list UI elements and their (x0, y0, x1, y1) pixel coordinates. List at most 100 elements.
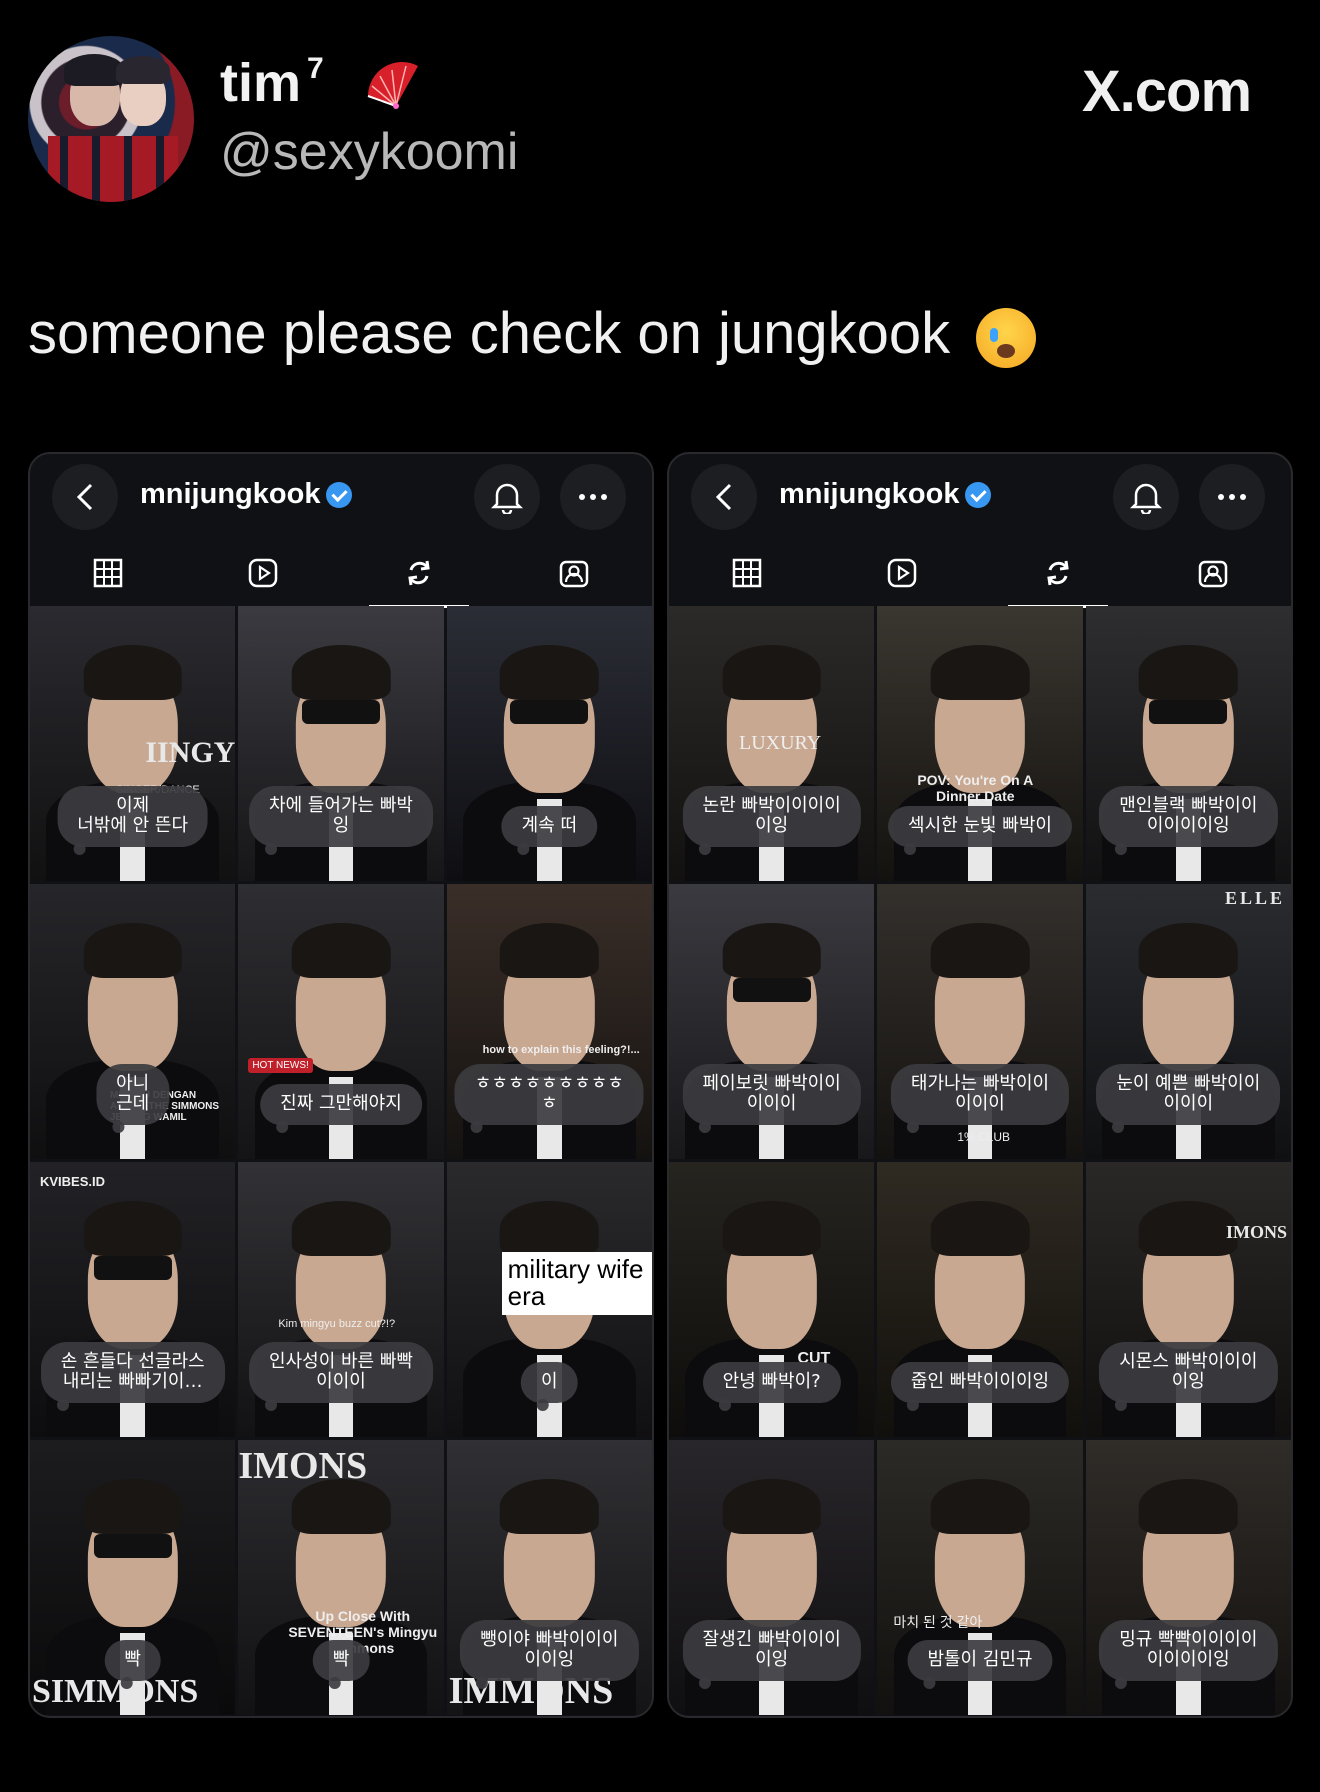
back-icon (76, 483, 93, 511)
grid-tile[interactable]: 차에 들어가는 빠박 잉 (238, 606, 444, 881)
tile-overlay-text: ELLE (1224, 888, 1285, 908)
tile-overlay-text: IMONS (238, 1445, 368, 1487)
tile-caption: KVIBES.ID (40, 1174, 106, 1189)
tab-grid[interactable] (669, 544, 825, 606)
grid-tile[interactable]: 맨인블랙 빠박이이 이이이이잉 (1085, 606, 1291, 881)
grid-tile[interactable]: ELLE 눈이 예쁜 빠박이이 이이이 (1085, 884, 1291, 1159)
tile-caption: LUXURY (739, 732, 822, 754)
grid-icon (92, 557, 124, 593)
grid-tile[interactable]: IINGYSINGER/DANCE이제 너밖에 안 뜬다 (30, 606, 236, 881)
tile-caption: Kim mingyu buzz cut?!? (278, 1318, 396, 1330)
reposts-icon (403, 557, 435, 593)
grid-tile[interactable]: SIMMONS 빡 (30, 1440, 236, 1715)
display-name[interactable]: tim 7 (220, 52, 324, 114)
grid-tile[interactable]: IMONSUp Close With SEVENTEEN's Mingyu Si… (238, 1440, 444, 1715)
sticker-bubble: 안녕 빠박이? (702, 1362, 841, 1411)
sticker-bubble: 섹시한 눈빛 빠박이 (888, 806, 1072, 855)
grid-tile[interactable]: 페이보릿 빠박이이 이이이 (669, 884, 875, 1159)
grid-tile[interactable]: IMONS 시몬스 빠박이이이 이잉 (1085, 1162, 1291, 1437)
tagged-icon (558, 557, 590, 593)
sticker-bubble: 페이보릿 빠박이이 이이이 (682, 1063, 861, 1134)
more-icon (579, 494, 607, 500)
bell-icon (1130, 483, 1162, 514)
tab-reposts[interactable] (341, 544, 497, 608)
notifications-button[interactable] (474, 464, 540, 530)
sticker-bubble: 진짜 그만해야지 (260, 1084, 422, 1133)
tagged-icon (1197, 557, 1229, 593)
grid-tile[interactable]: 계속 떠 (446, 606, 652, 881)
reels-icon (247, 557, 279, 593)
grid-icon (731, 557, 763, 593)
ig-profile-tabs (669, 544, 1292, 608)
grid-tile[interactable]: 줍인 빠박이이이잉 (877, 1162, 1083, 1437)
sticker-bubble: 인사성이 바른 빠빡 이이이 (249, 1341, 433, 1412)
sticker-bubble: ㅎㅎㅎㅎㅎㅎㅎㅎㅎ ㅎ (454, 1063, 644, 1134)
sticker-bubble: 차에 들어가는 빠박 잉 (249, 785, 433, 856)
sticker-bubble: 아니 근데 (96, 1063, 170, 1134)
more-options-button[interactable] (1199, 464, 1265, 530)
name-superscript: 7 (307, 52, 324, 85)
ig-username[interactable]: mnijungkook (140, 478, 353, 511)
grid-tile[interactable]: 마치 된 것 같아밤톨이 김민규 (877, 1440, 1083, 1715)
tab-tagged[interactable] (1136, 544, 1292, 606)
sticker-bubble: 논란 빠박이이이이 이잉 (682, 785, 861, 856)
tab-reels[interactable] (825, 544, 981, 606)
grid-tile[interactable]: POV: You're On A Dinner Date 섹시한 눈빛 빠박이 (877, 606, 1083, 881)
sticker-bubble: 손 흔들다 선글라스 내리는 빠빠기이… (40, 1341, 225, 1412)
back-button[interactable] (52, 464, 118, 530)
reposts-grid: LUXURY 논란 빠박이이이이 이잉 POV: You're On A Dinne… (669, 606, 1291, 1715)
avatar[interactable] (28, 36, 194, 202)
sticker-bubble: 빡 (312, 1640, 370, 1689)
sticker-bubble: 이 (521, 1362, 578, 1411)
sticker-bubble: 밤톨이 김민규 (907, 1640, 1053, 1689)
reels-icon (886, 557, 918, 593)
ig-username-text: mnijungkook (140, 478, 321, 510)
tile-caption: 마치 된 것 같아 (893, 1614, 983, 1630)
user-handle[interactable]: @sexykoomi (220, 122, 518, 182)
grid-tile[interactable]: LUXURY 논란 빠박이이이이 이잉 (669, 606, 875, 881)
tweet-text: someone please check on jungkook (28, 300, 1037, 368)
sticker-bubble: 태가나는 빠박이이 이이이 (890, 1063, 1070, 1134)
grid-tile[interactable]: IMMONS 뺑이야 빠박이이이 이이잉 (446, 1440, 652, 1715)
notifications-button[interactable] (1113, 464, 1179, 530)
sticker-bubble: 이제 너밖에 안 뜬다 (57, 785, 209, 856)
tab-tagged[interactable] (497, 544, 653, 606)
verified-icon (965, 482, 992, 509)
grid-tile[interactable]: 밍규 빡빡이이이이 이이이이잉 (1085, 1440, 1291, 1715)
grid-tile[interactable]: how to explain this feeling?!... ㅎㅎㅎㅎㅎㅎㅎㅎ… (446, 884, 652, 1159)
ig-profile-tabs (30, 544, 653, 608)
ig-username[interactable]: mnijungkook (779, 478, 992, 511)
grid-tile[interactable]: Kim mingyu buzz cut?!? 인사성이 바른 빠빡 이이이 (238, 1162, 444, 1437)
grid-tile[interactable]: military wife era 이 (446, 1162, 652, 1437)
sticker-bubble: 잘생긴 빠박이이이 이잉 (682, 1619, 861, 1690)
tile-overlay-text: military wife era (501, 1252, 652, 1315)
ig-header: mnijungkook (669, 454, 1291, 538)
sticker-bubble: 시몬스 빠박이이이 이잉 (1099, 1341, 1278, 1412)
ig-username-text: mnijungkook (779, 478, 960, 510)
tile-caption: POV: You're On A Dinner Date (917, 772, 1034, 804)
verified-icon (326, 482, 353, 509)
tab-reels[interactable] (186, 544, 342, 606)
back-button[interactable] (691, 464, 757, 530)
grid-tile[interactable]: MINGYU DENGAN ACARA THE SIMMONS JELANG W… (30, 884, 236, 1159)
sticker-bubble: 계속 떠 (501, 806, 598, 855)
crying-emoji (976, 307, 1037, 368)
reposts-icon (1042, 557, 1074, 593)
sticker-bubble: 밍규 빡빡이이이이 이이이이잉 (1099, 1619, 1278, 1690)
tab-grid[interactable] (30, 544, 186, 606)
instagram-screenshot-panel: mnijungkook LUXURY 논란 빠박이이이이 이잉 POV: You're… (667, 452, 1293, 1718)
sticker-bubble: 맨인블랙 빠박이이 이이이이잉 (1099, 785, 1278, 856)
reposts-grid: IINGYSINGER/DANCE이제 너밖에 안 뜬다차에 들어가는 빠박 잉… (30, 606, 652, 1715)
grid-tile[interactable]: CUT 안녕 빠박이? (669, 1162, 875, 1437)
sticker-bubble: 줍인 빠박이이이잉 (890, 1362, 1070, 1411)
grid-tile[interactable]: 잘생긴 빠박이이이 이잉 (669, 1440, 875, 1715)
tile-caption: how to explain this feeling?!... (482, 1044, 640, 1056)
grid-tile[interactable]: 1% CLUB 태가나는 빠박이이 이이이 (877, 884, 1083, 1159)
grid-tile[interactable]: HOT NEWS! 진짜 그만해야지 (238, 884, 444, 1159)
bell-icon (491, 483, 523, 514)
more-options-button[interactable] (560, 464, 626, 530)
grid-tile[interactable]: KVIBES.ID 손 흔들다 선글라스 내리는 빠빠기이… (30, 1162, 236, 1437)
fan-icon (367, 61, 418, 109)
sticker-bubble: 뺑이야 빠박이이이 이이잉 (460, 1619, 639, 1690)
tab-reposts[interactable] (980, 544, 1136, 608)
